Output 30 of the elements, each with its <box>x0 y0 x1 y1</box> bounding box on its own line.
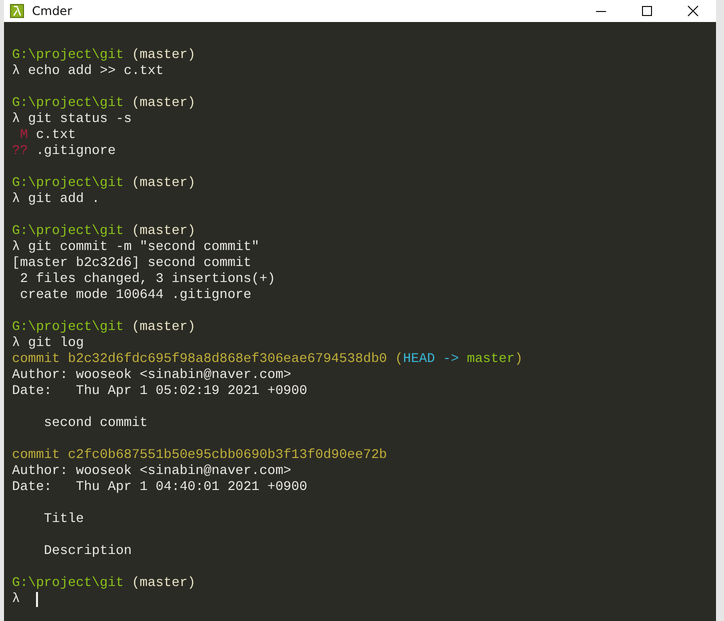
terminal-line: commit c2fc0b687551b50e95cbb0690b3f13f0d90ee72b <box>12 447 388 463</box>
terminal-line: M c.txt <box>18 127 76 143</box>
terminal-line: G:\project\git (master) <box>12 47 196 63</box>
terminal-line: Title <box>42 511 84 527</box>
terminal-line: G:\project\git (master) <box>12 223 196 239</box>
terminal-line: Description <box>42 543 132 559</box>
terminal-line: λ git commit -m "second commit" <box>12 239 260 255</box>
terminal-line: λ git add . <box>12 191 100 207</box>
terminal-line: commit b2c32d6fdc695f98a8d868ef306eae6794538db0 (HEAD -> master) <box>12 351 523 367</box>
terminal-line: Author: wooseok <sinabin@naver.com> <box>12 463 292 479</box>
terminal-line: create mode 100644 .gitignore <box>18 287 252 303</box>
terminal-line: G:\project\git (master) <box>12 95 196 111</box>
terminal-line: λ echo add >> c.txt <box>12 63 164 79</box>
terminal-line: λ git log <box>12 335 84 351</box>
window-title: Cmder <box>32 4 72 18</box>
terminal-line: [master b2c32d6] second commit <box>12 255 252 271</box>
terminal-line: ?? .gitignore <box>12 143 116 159</box>
terminal-line: G:\project\git (master) <box>12 575 196 591</box>
lambda-icon <box>10 4 24 18</box>
terminal-line: Date: Thu Apr 1 05:02:19 2021 +0900 <box>12 383 308 399</box>
terminal-line: λ <box>12 591 21 607</box>
terminal-line: G:\project\git (master) <box>12 175 196 191</box>
terminal-line: 2 files changed, 3 insertions(+) <box>18 271 276 287</box>
terminal-line: G:\project\git (master) <box>12 319 196 335</box>
terminal-line: Author: wooseok <sinabin@naver.com> <box>12 367 292 383</box>
close-icon <box>687 5 699 17</box>
terminal-line: second commit <box>42 415 148 431</box>
terminal-line: λ git status -s <box>12 111 132 127</box>
terminal-line: Date: Thu Apr 1 04:40:01 2021 +0900 <box>12 479 308 495</box>
maximize-icon <box>641 5 653 17</box>
